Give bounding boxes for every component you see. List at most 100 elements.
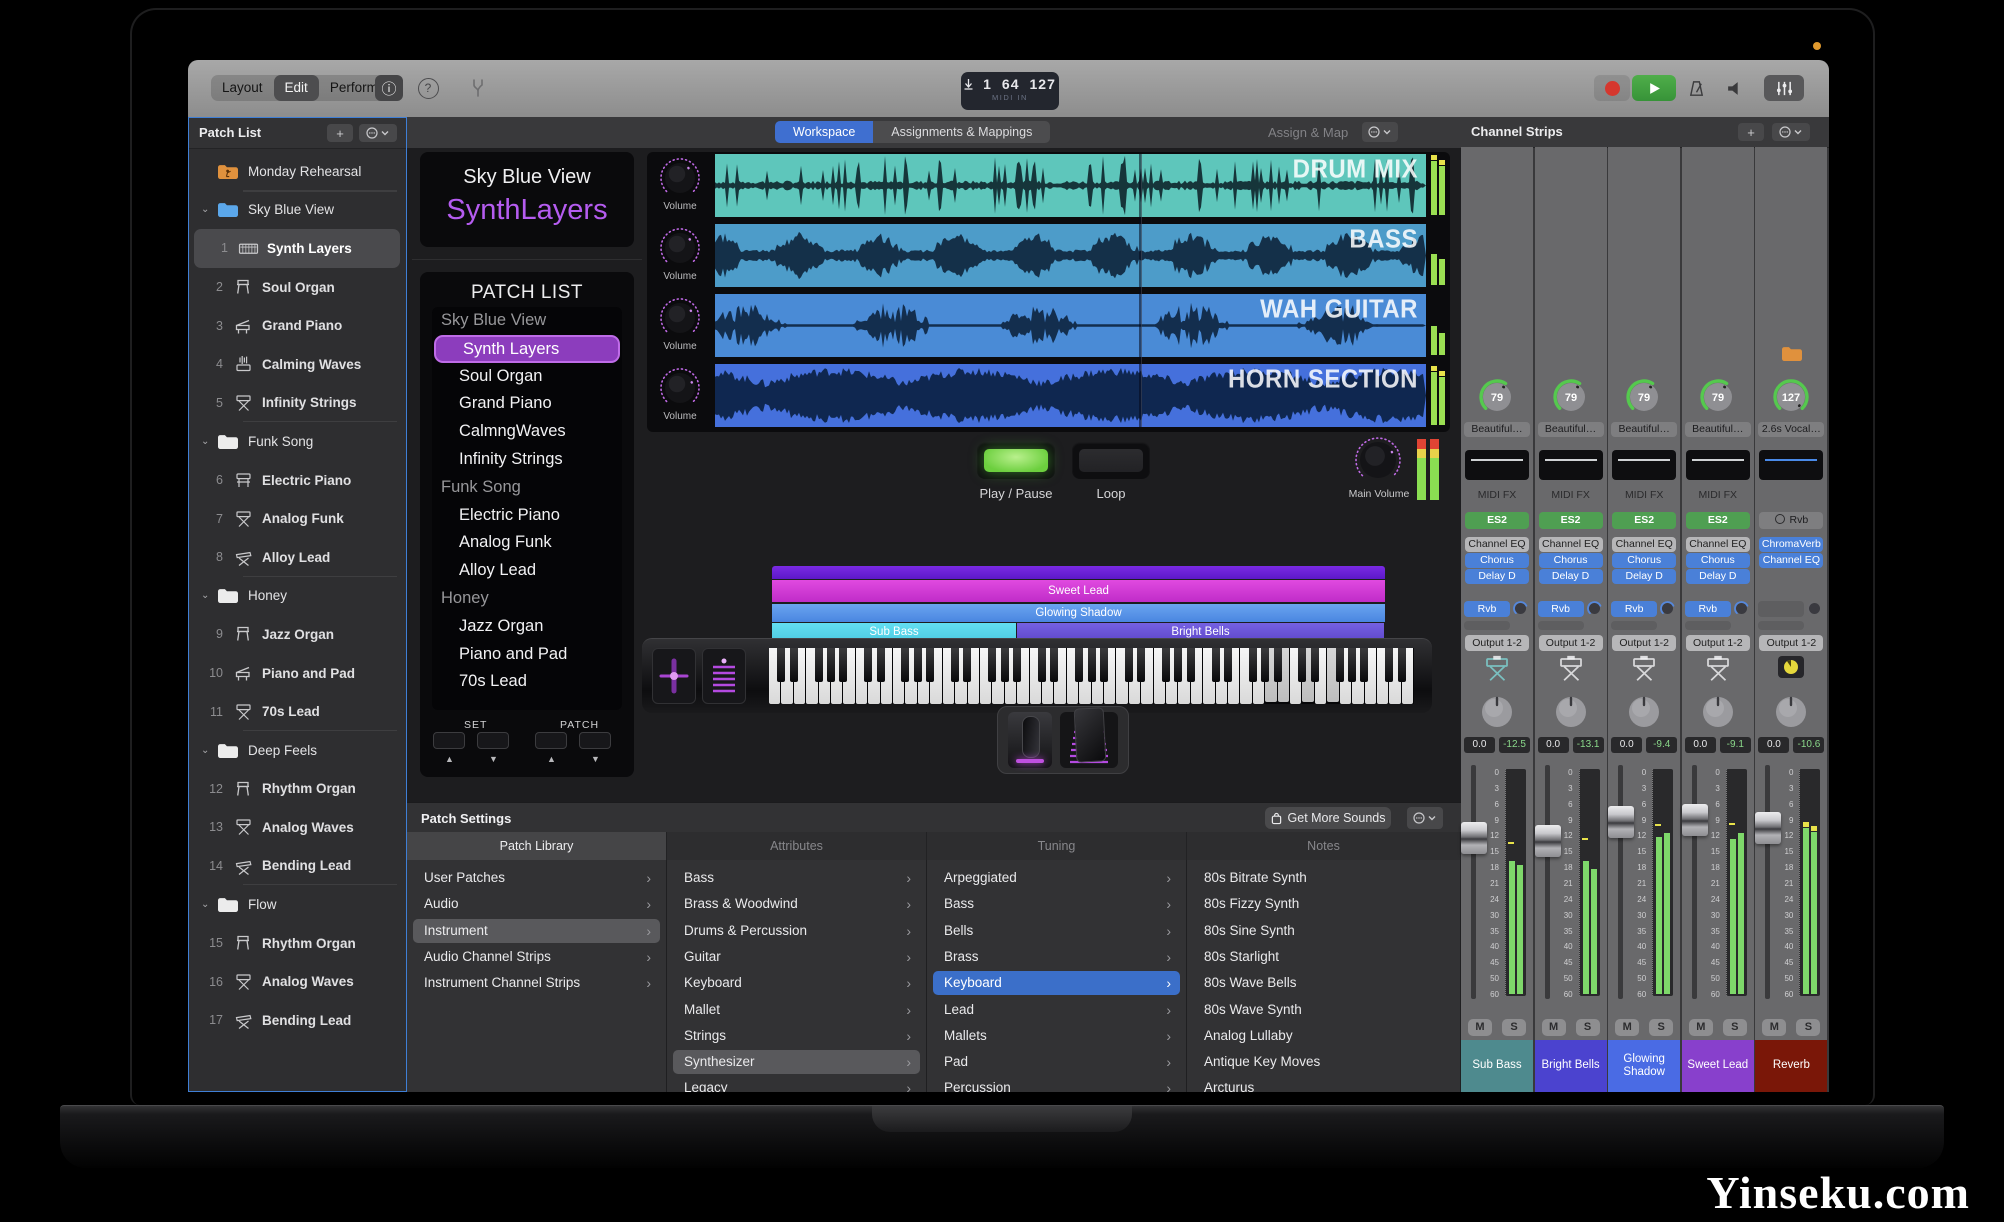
browser-item-analog-lullaby[interactable]: Analog Lullaby xyxy=(1193,1024,1454,1048)
insert-slot[interactable]: Chorus xyxy=(1686,553,1750,568)
browser-item-pad[interactable]: Pad› xyxy=(933,1050,1180,1074)
black-key[interactable] xyxy=(1274,648,1282,682)
tab-workspace[interactable]: Workspace xyxy=(775,121,873,143)
browser-item-arcturus[interactable]: Arcturus xyxy=(1193,1076,1454,1092)
pan-value[interactable]: 0.0 xyxy=(1464,737,1495,753)
black-key[interactable] xyxy=(1385,648,1393,682)
pan-value[interactable]: 0.0 xyxy=(1758,737,1789,753)
pan-knob[interactable] xyxy=(1553,694,1589,735)
sidebar-patch-rhythm-organ[interactable]: 15Rhythm Organ xyxy=(189,924,405,963)
mode-tab-edit[interactable]: Edit xyxy=(274,75,319,101)
volume-fader[interactable] xyxy=(1682,804,1708,836)
pitch-wheel[interactable] xyxy=(652,648,696,704)
browser-item-percussion[interactable]: Percussion› xyxy=(933,1076,1180,1092)
patch-up-button[interactable] xyxy=(579,732,611,749)
mode-tab-layout[interactable]: Layout xyxy=(211,75,274,101)
black-key[interactable] xyxy=(1261,648,1269,682)
send-slot[interactable]: Rvb xyxy=(1611,601,1657,617)
track-volume-knob[interactable] xyxy=(658,156,702,205)
black-key[interactable] xyxy=(1162,648,1170,682)
eq-thumbnail[interactable] xyxy=(1539,450,1603,480)
browser-item-strings[interactable]: Strings› xyxy=(673,1024,920,1048)
tab-attributes[interactable]: Attributes xyxy=(667,832,927,860)
send-slot[interactable]: Rvb xyxy=(1464,601,1510,617)
insert-slot[interactable]: Channel EQ xyxy=(1759,553,1823,568)
black-key[interactable] xyxy=(926,648,934,682)
patch-list-widget-entries[interactable]: Sky Blue ViewSynth LayersSoul OrganGrand… xyxy=(432,307,622,710)
mute-button[interactable]: M xyxy=(1689,1019,1713,1036)
patch-list-menu-button[interactable] xyxy=(359,124,397,142)
sidebar-patch-soul-organ[interactable]: 2Soul Organ xyxy=(189,268,405,307)
black-key[interactable] xyxy=(988,648,996,682)
sidebar-patch-bending-lead[interactable]: 17Bending Lead xyxy=(189,1001,405,1040)
mute-button[interactable]: M xyxy=(1615,1019,1639,1036)
browser-item-mallets[interactable]: Mallets› xyxy=(933,1024,1180,1048)
gain-value[interactable]: -9.1 xyxy=(1720,737,1751,753)
black-key[interactable] xyxy=(1013,648,1021,682)
black-key[interactable] xyxy=(1398,648,1406,682)
browser-item-instrument-channel-strips[interactable]: Instrument Channel Strips› xyxy=(413,971,660,995)
widget-patch-electric-piano[interactable]: Electric Piano xyxy=(432,502,622,530)
sidebar-patch-70s-lead[interactable]: 1170s Lead xyxy=(189,692,405,731)
patch-settings-tabs[interactable]: Patch LibraryAttributesTuningNotes xyxy=(407,832,1461,860)
browser-item-80s-sine-synth[interactable]: 80s Sine Synth xyxy=(1193,919,1454,943)
pan-knob[interactable] xyxy=(1773,694,1809,735)
sidebar-patch-synth-layers[interactable]: 1Synth Layers xyxy=(194,229,400,268)
tuning-fork-icon[interactable] xyxy=(466,75,490,101)
black-key[interactable] xyxy=(839,648,847,682)
preset-label[interactable]: Beautiful… xyxy=(1685,422,1751,437)
preset-label[interactable]: Beautiful… xyxy=(1464,422,1530,437)
output-slot[interactable]: Output 1-2 xyxy=(1686,635,1750,651)
channel-strips-menu-button[interactable] xyxy=(1772,123,1810,141)
browser-item-lead[interactable]: Lead› xyxy=(933,998,1180,1022)
browser-item-mallet[interactable]: Mallet› xyxy=(673,998,920,1022)
keyboard-keys[interactable] xyxy=(769,648,1414,704)
workspace-menu-button[interactable] xyxy=(1362,122,1398,142)
layer-glowing-shadow[interactable]: Glowing Shadow xyxy=(772,604,1385,622)
browser-item-audio-channel-strips[interactable]: Audio Channel Strips› xyxy=(413,945,660,969)
browser-item-audio[interactable]: Audio› xyxy=(413,892,660,916)
volume-fader[interactable] xyxy=(1535,825,1561,857)
insert-slot[interactable]: Chorus xyxy=(1612,553,1676,568)
instrument-slot[interactable]: ES2 xyxy=(1686,512,1750,529)
mode-tabs[interactable]: LayoutEditPerform xyxy=(211,75,389,101)
sidebar-patch-jazz-organ[interactable]: 9Jazz Organ xyxy=(189,615,405,654)
black-key[interactable] xyxy=(790,648,798,682)
browser-item-guitar[interactable]: Guitar› xyxy=(673,945,920,969)
solo-button[interactable]: S xyxy=(1649,1019,1673,1036)
widget-set-sky-blue-view[interactable]: Sky Blue View xyxy=(432,307,622,335)
speaker-icon[interactable] xyxy=(1720,75,1748,101)
widget-patch-synth-layers[interactable]: Synth Layers xyxy=(434,335,620,363)
set-down-button[interactable] xyxy=(433,732,465,749)
layer-top-bar[interactable] xyxy=(772,566,1385,579)
main-volume-knob[interactable] xyxy=(1353,435,1403,490)
preset-label[interactable]: Beautiful… xyxy=(1538,422,1604,437)
pan-knob[interactable] xyxy=(1626,694,1662,735)
tab-patch-library[interactable]: Patch Library xyxy=(407,832,667,860)
record-icon[interactable] xyxy=(1594,75,1630,101)
strip-level-knob[interactable]: 79 xyxy=(1552,378,1590,421)
sidebar-patch-electric-piano[interactable]: 6Electric Piano xyxy=(189,461,405,500)
insert-slot[interactable]: Delay D xyxy=(1612,569,1676,584)
fader-track[interactable] xyxy=(1692,765,1697,999)
play-pause-button[interactable] xyxy=(977,442,1055,479)
widget-set-funk-song[interactable]: Funk Song xyxy=(432,474,622,502)
eq-thumbnail[interactable] xyxy=(1759,450,1823,480)
black-key[interactable] xyxy=(1336,648,1344,682)
track-volume-knob[interactable] xyxy=(658,366,702,415)
instrument-slot[interactable]: ES2 xyxy=(1539,512,1603,529)
insert-slot[interactable]: Channel EQ xyxy=(1612,537,1676,552)
eq-thumbnail[interactable] xyxy=(1612,450,1676,480)
info-icon[interactable]: ⓘ xyxy=(375,75,403,101)
browser-item-synthesizer[interactable]: Synthesizer› xyxy=(673,1050,920,1074)
track-volume-knob[interactable] xyxy=(658,226,702,275)
black-key[interactable] xyxy=(1050,648,1058,682)
fader-track[interactable] xyxy=(1545,765,1550,999)
browser-item-user-patches[interactable]: User Patches› xyxy=(413,866,660,890)
mixer-icon[interactable] xyxy=(1764,75,1804,101)
sidebar-patch-bending-lead[interactable]: 14Bending Lead xyxy=(189,847,405,886)
add-patch-button[interactable]: + xyxy=(327,124,353,142)
insert-slot[interactable]: Channel EQ xyxy=(1686,537,1750,552)
gain-value[interactable]: -9.4 xyxy=(1646,737,1677,753)
browser-item-80s-fizzy-synth[interactable]: 80s Fizzy Synth xyxy=(1193,892,1454,916)
